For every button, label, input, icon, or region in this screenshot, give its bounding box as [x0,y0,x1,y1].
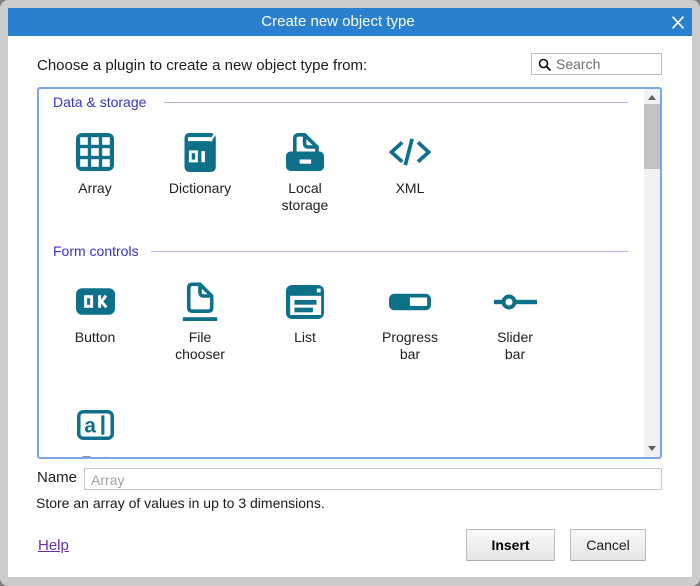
svg-text:a: a [84,415,96,438]
